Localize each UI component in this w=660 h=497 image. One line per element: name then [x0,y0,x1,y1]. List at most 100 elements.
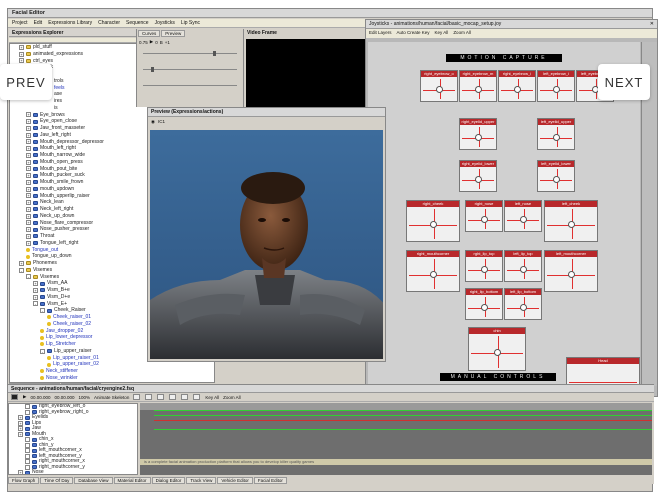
joystick-control[interactable]: right_lip_bottom [465,288,503,320]
joystick-knob[interactable] [568,221,575,228]
joystick-knob[interactable] [481,266,488,273]
expand-box-icon[interactable]: - [33,301,38,307]
curves-value[interactable]: 0.75 [139,40,148,45]
delete-key-icon[interactable] [193,394,201,400]
joystick-knob[interactable] [436,86,443,93]
sequence-timeline[interactable]: is a complete facial animation productio… [140,403,652,475]
curves-btn-b[interactable]: B [160,40,163,45]
flat-icon[interactable] [157,394,165,400]
curve-slider-3[interactable] [143,85,237,86]
expand-box-icon[interactable]: + [26,213,31,219]
next-button[interactable]: NEXT [598,64,650,100]
bottom-tab[interactable]: Time Of Day [40,477,74,484]
curves-tab[interactable]: Curves [138,30,161,37]
joystick-control[interactable]: left_lip_top [504,250,542,282]
joystick-knob[interactable] [475,176,482,183]
expand-box-icon[interactable]: + [26,132,31,138]
key-all-button[interactable]: Key All [205,395,219,400]
menu-item[interactable]: Project [12,20,28,26]
expand-box-icon[interactable] [25,437,30,443]
stop-icon[interactable] [11,394,18,400]
joystick-knob[interactable] [475,86,482,93]
joystick-knob[interactable] [553,86,560,93]
animate-skeleton-button[interactable]: Animate Skeleton [94,395,129,400]
expand-box-icon[interactable]: + [19,44,24,50]
expand-box-icon[interactable]: + [19,51,24,57]
expand-box-icon[interactable]: + [26,186,31,192]
expand-box-icon[interactable] [25,442,30,448]
joystick-control[interactable]: right_eyebrow_m [459,70,497,102]
curve-slider-2[interactable] [143,69,237,70]
expand-box-icon[interactable] [25,404,30,410]
expand-box-icon[interactable]: + [19,260,24,266]
joystick-control[interactable]: right_cheek [406,200,460,242]
time-end[interactable]: 00.00.000 [55,395,75,400]
joysticks-menu-item[interactable]: Auto Create Key [397,30,430,37]
menu-item[interactable]: Expressions Library [48,20,92,26]
zoom-all-button[interactable]: Zoom All [223,395,241,400]
joystick-knob[interactable] [553,176,560,183]
expand-box-icon[interactable]: + [26,166,31,172]
joystick-knob[interactable] [520,266,527,273]
expand-box-icon[interactable]: - [26,274,31,280]
expand-box-icon[interactable]: - [19,267,24,273]
joystick-control[interactable]: right_eyelid_lower [459,160,497,192]
joystick-knob[interactable] [514,86,521,93]
curve-icon[interactable] [145,394,153,400]
expand-box-icon[interactable]: + [26,179,31,185]
joysticks-menu-item[interactable]: Edit Layers [369,30,392,37]
expand-box-icon[interactable]: + [26,159,31,165]
expand-box-icon[interactable]: + [18,431,23,437]
sequence-tracks[interactable]: right_eyebrow_left_o right_eyebrow_right_… [8,403,138,475]
joystick-knob[interactable] [568,271,575,278]
joystick-control[interactable]: left_eyelid_lower [537,160,575,192]
joystick-control[interactable]: left_eyebrow_i [537,70,575,102]
curve-slider-1-thumb[interactable] [213,51,216,56]
play-icon[interactable]: ▶ [150,39,153,45]
joystick-control[interactable]: left_mouthcorner [544,250,598,292]
joystick-knob[interactable] [520,216,527,223]
tree-row[interactable]: Nose_wrinkler [10,375,214,382]
expand-box-icon[interactable] [25,409,30,415]
expand-box-icon[interactable]: + [26,200,31,206]
menu-item[interactable]: Character [98,20,120,26]
bottom-tab[interactable]: Flow Graph [8,477,40,484]
bottom-tab[interactable]: Track View [186,477,217,484]
menu-item[interactable]: Edit [34,20,43,26]
prev-button[interactable]: PREV [0,64,52,100]
curve-slider-1[interactable] [143,53,237,54]
expand-box-icon[interactable]: + [26,206,31,212]
bottom-tab[interactable]: Vehicle Editor [217,477,253,484]
time-start[interactable]: 00.00.000 [30,395,50,400]
expand-box-icon[interactable]: + [26,152,31,158]
joystick-knob[interactable] [430,221,437,228]
joystick-knob[interactable] [520,304,527,311]
joystick-control[interactable]: right_nose [465,200,503,232]
preview-mode[interactable]: IC1 [158,119,165,124]
expand-box-icon[interactable]: + [18,415,23,421]
expand-box-icon[interactable]: + [26,139,31,145]
expand-box-icon[interactable]: + [33,281,38,287]
menu-item[interactable]: Sequence [126,20,149,26]
joystick-knob[interactable] [481,304,488,311]
expand-box-icon[interactable]: + [26,125,31,131]
close-icon[interactable]: ✕ [650,21,654,27]
expand-box-icon[interactable]: + [26,240,31,246]
joystick-control[interactable]: chin [468,327,526,371]
expand-box-icon[interactable]: + [33,287,38,293]
expand-box-icon[interactable]: + [26,220,31,226]
joystick-control[interactable]: rght_lip_top [465,250,503,282]
tree-row[interactable]: Neck_stiffener [10,368,214,375]
joystick-control[interactable]: right_eyebrow_o [420,70,458,102]
expand-box-icon[interactable]: + [26,193,31,199]
bottom-tab[interactable]: Dialog Editor [151,477,186,484]
bottom-tab[interactable]: Facial Editor [253,477,287,484]
joystick-knob[interactable] [430,271,437,278]
bottom-tab[interactable]: Material Editor [113,477,151,484]
joystick-control[interactable]: right_eyelid_upper [459,118,497,150]
joystick-control[interactable]: left_nose [504,200,542,232]
linear-icon[interactable] [181,394,189,400]
curve-slider-2-thumb[interactable] [151,67,154,72]
expand-box-icon[interactable] [25,448,30,454]
expand-box-icon[interactable]: + [18,470,23,474]
